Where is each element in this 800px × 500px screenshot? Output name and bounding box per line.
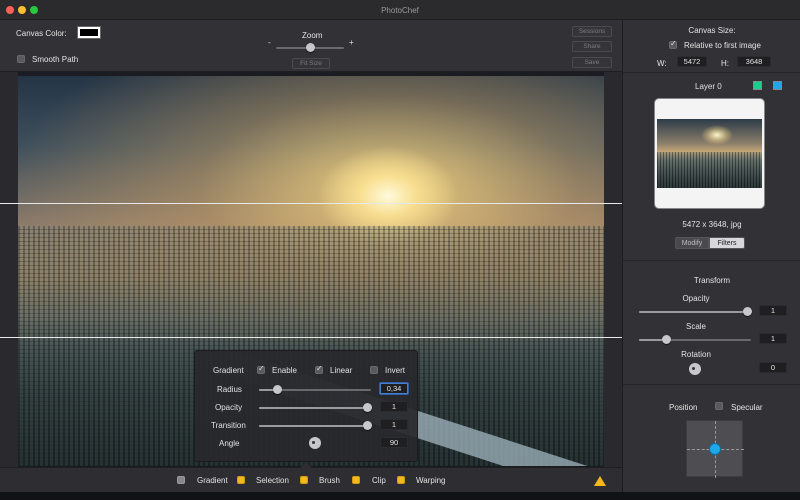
- layer-green-color-swatch[interactable]: [753, 81, 762, 90]
- width-field[interactable]: 5472: [677, 56, 707, 67]
- angle-value-field[interactable]: 90: [380, 437, 408, 448]
- opacity-value-field[interactable]: 1: [380, 401, 408, 412]
- transition-value-field[interactable]: 1: [380, 419, 408, 430]
- smooth-path-checkbox[interactable]: [17, 55, 25, 63]
- height-field[interactable]: 3648: [737, 56, 771, 67]
- smooth-path-label: Smooth Path: [32, 55, 79, 64]
- scale-label: Scale: [685, 322, 706, 331]
- fit-size-button[interactable]: Fit Size: [292, 58, 330, 69]
- gradient-tool-label[interactable]: Gradient: [197, 476, 228, 485]
- opacity-slider[interactable]: [259, 403, 372, 412]
- gradient-linear-label: Linear: [330, 366, 353, 375]
- opacity-slider-handle[interactable]: [362, 403, 372, 412]
- opacity-label: Opacity: [215, 403, 243, 412]
- radius-slider-handle[interactable]: [272, 385, 282, 394]
- scale-field[interactable]: 1: [759, 333, 787, 344]
- gradient-enable-checkbox[interactable]: [257, 364, 265, 374]
- transform-opacity-slider[interactable]: [639, 307, 752, 316]
- rotation-label: Rotation: [681, 350, 711, 359]
- canvas-right-margin: [604, 72, 622, 467]
- zoom-in-icon[interactable]: +: [349, 38, 354, 47]
- gradient-tool-toggle[interactable]: [177, 476, 185, 484]
- transform-opacity-field[interactable]: 1: [759, 305, 787, 316]
- radius-label: Radius: [217, 385, 242, 394]
- relative-first-image-checkbox[interactable]: [669, 39, 677, 49]
- position-pad[interactable]: [686, 420, 744, 478]
- bottom-tool-bar: Gradient Selection Brush Clip Warping: [0, 462, 622, 492]
- selection-tool-toggle[interactable]: [237, 476, 245, 484]
- radius-slider[interactable]: [259, 385, 371, 394]
- gradient-guide-line-bottom[interactable]: [0, 337, 622, 338]
- warping-tool-toggle[interactable]: [397, 476, 405, 484]
- transition-label: Transition: [211, 421, 246, 430]
- canvas-size-label: Canvas Size:: [688, 26, 736, 35]
- tab-modify[interactable]: Modify: [675, 237, 709, 249]
- gradient-settings-popover: Gradient Enable Linear Invert Radius 0,3…: [194, 350, 418, 462]
- image-info-label: 5472 x 3648, jpg: [682, 220, 742, 229]
- desktop-background-strip: [0, 492, 800, 500]
- gradient-invert-checkbox[interactable]: [370, 366, 378, 374]
- share-button[interactable]: Share: [572, 41, 612, 52]
- gradient-guide-line-top[interactable]: [0, 203, 622, 204]
- window-title: PhotoChef: [381, 6, 419, 15]
- warping-tool-label[interactable]: Warping: [416, 476, 446, 485]
- zoom-label: Zoom: [302, 31, 323, 40]
- popover-caret: [300, 462, 312, 468]
- warning-icon[interactable]: [594, 476, 606, 486]
- zoom-out-icon[interactable]: -: [268, 38, 271, 47]
- layer-name-label: Layer 0: [695, 82, 722, 91]
- brush-tool-label[interactable]: Brush: [319, 476, 340, 485]
- sessions-button[interactable]: Sessions: [572, 26, 612, 37]
- scale-slider[interactable]: [639, 335, 751, 344]
- specular-checkbox[interactable]: [715, 402, 723, 410]
- transform-heading: Transform: [693, 276, 731, 285]
- transition-slider-handle[interactable]: [362, 421, 372, 430]
- angle-label: Angle: [219, 439, 240, 448]
- radius-value-field[interactable]: 0,34: [380, 383, 408, 394]
- layer-thumbnail-image: [657, 119, 762, 188]
- save-button[interactable]: Save: [572, 57, 612, 68]
- gradient-invert-label: Invert: [385, 366, 406, 375]
- layer-blue-color-swatch[interactable]: [773, 81, 782, 90]
- transition-slider[interactable]: [259, 421, 372, 430]
- zoom-slider-handle[interactable]: [306, 43, 315, 52]
- position-label: Position: [669, 403, 698, 412]
- tab-filters[interactable]: Filters: [709, 237, 745, 249]
- top-toolbar: Canvas Color: Smooth Path Zoom - + Fit S…: [0, 20, 622, 72]
- layer-thumbnail[interactable]: [654, 98, 765, 209]
- canvas-left-margin: [0, 72, 18, 467]
- rotation-dial[interactable]: [689, 363, 701, 375]
- specular-label: Specular: [731, 403, 763, 412]
- angle-dial[interactable]: [309, 437, 321, 449]
- relative-first-image-label: Relative to first image: [684, 41, 761, 50]
- gradient-enable-label: Enable: [272, 366, 297, 375]
- height-label: H:: [721, 59, 729, 68]
- gradient-linear-checkbox[interactable]: [315, 364, 323, 374]
- title-bar: PhotoChef: [0, 0, 800, 20]
- clip-tool-label[interactable]: Clip: [372, 476, 386, 485]
- gradient-title: Gradient: [213, 366, 244, 375]
- position-handle[interactable]: [709, 443, 721, 455]
- width-label: W:: [657, 59, 667, 68]
- selection-tool-label[interactable]: Selection: [256, 476, 289, 485]
- transform-opacity-label: Opacity: [682, 294, 710, 303]
- inspector-panel: Canvas Size: Relative to first image W: …: [622, 20, 800, 492]
- canvas-color-label: Canvas Color:: [16, 29, 67, 38]
- rotation-field[interactable]: 0: [759, 362, 787, 373]
- clip-tool-toggle[interactable]: [352, 476, 360, 484]
- canvas-color-swatch[interactable]: [77, 26, 101, 39]
- brush-tool-toggle[interactable]: [300, 476, 308, 484]
- scale-slider-handle[interactable]: [661, 335, 671, 344]
- transform-opacity-handle[interactable]: [742, 307, 752, 316]
- zoom-slider[interactable]: [276, 43, 344, 52]
